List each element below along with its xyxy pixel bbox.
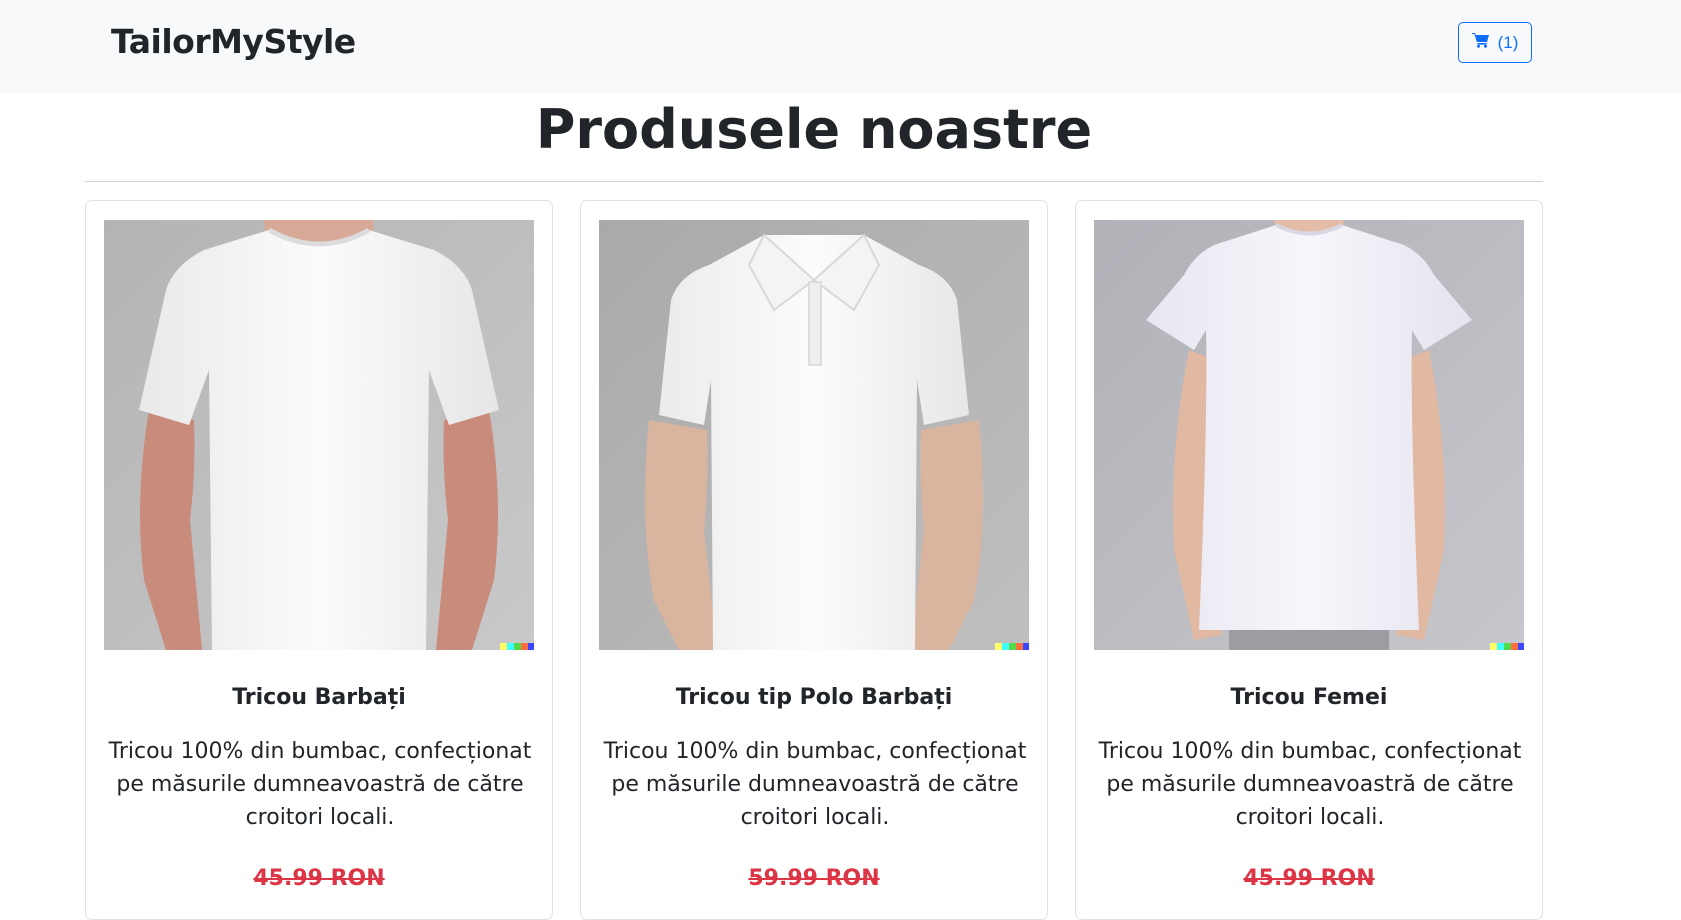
title-divider [85,181,1543,182]
page-title: Produsele noastre [535,98,1093,161]
cart-count: (1) [1497,32,1519,52]
product-card: Tricou Barbați Tricou 100% din bumbac, c… [85,200,553,920]
navbar: TailorMyStyle (1) [0,0,1681,93]
product-image[interactable] [104,220,534,650]
product-image[interactable] [1094,220,1524,650]
product-old-price: 59.99 RON [748,866,880,891]
shopping-cart-icon [1471,32,1490,53]
product-card: Tricou tip Polo Barbați Tricou 100% din … [580,200,1048,920]
product-description: Tricou 100% din bumbac, confecționat pe … [603,739,1027,830]
product-old-price: 45.99 RON [253,866,385,891]
product-image[interactable] [599,220,1029,650]
product-card: Tricou Femei Tricou 100% din bumbac, con… [1075,200,1543,920]
product-title[interactable]: Tricou Femei [1076,685,1542,710]
product-description: Tricou 100% din bumbac, confecționat pe … [1098,739,1522,830]
brand-logo[interactable]: TailorMyStyle [111,22,356,61]
product-title[interactable]: Tricou tip Polo Barbați [581,685,1047,710]
product-description: Tricou 100% din bumbac, confecționat pe … [108,739,532,830]
product-title[interactable]: Tricou Barbați [86,685,552,710]
product-old-price: 45.99 RON [1243,866,1375,891]
cart-button[interactable]: (1) [1458,22,1532,63]
